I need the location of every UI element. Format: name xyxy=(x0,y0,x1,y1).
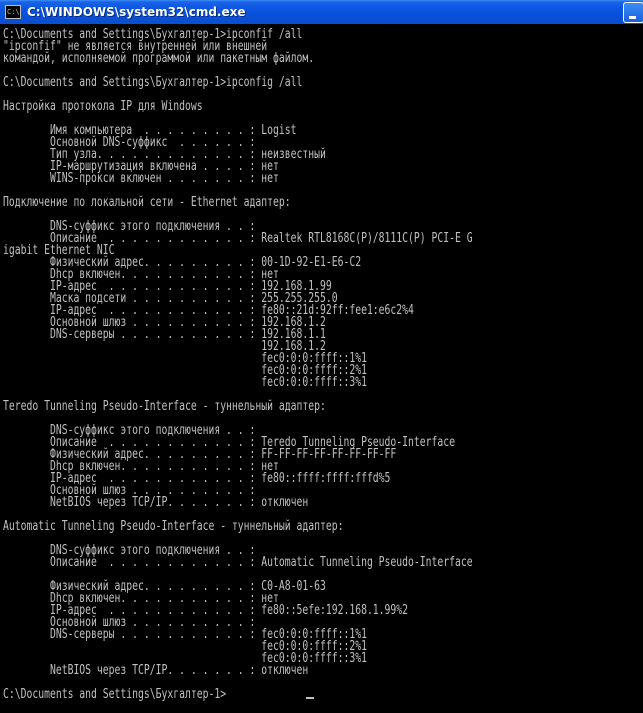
console-line: NetBIOS через TCP/IP. . . . . . . : откл… xyxy=(3,663,309,678)
minimize-icon xyxy=(629,16,636,19)
console-line: WINS-прокси включен . . . . . . . : нет xyxy=(3,171,279,186)
console-line: NetBIOS через TCP/IP. . . . . . . : откл… xyxy=(3,495,309,510)
console-line: Настройка протокола IP для Windows xyxy=(3,99,203,114)
console-line: Teredo Tunneling Pseudo-Interface - тунн… xyxy=(3,399,326,414)
console-output[interactable]: C:\Documents and Settings\Бухгалтер-1>ip… xyxy=(0,26,643,713)
console-line: Automatic Tunneling Pseudo-Interface - т… xyxy=(3,519,344,534)
console-line: C:\Documents and Settings\Бухгалтер-1>ip… xyxy=(3,75,303,90)
console-app-icon[interactable]: C:\ xyxy=(5,5,21,19)
console-line: C:\Documents and Settings\Бухгалтер-1> xyxy=(3,687,227,702)
title-buttons xyxy=(623,2,643,23)
console-line: командой, исполняемой программой или пак… xyxy=(3,51,315,66)
text-cursor xyxy=(306,697,314,699)
title-bar[interactable]: C:\ C:\WINDOWS\system32\cmd.exe xyxy=(0,0,643,24)
minimize-button[interactable] xyxy=(623,2,643,23)
cmd-window: C:\ C:\WINDOWS\system32\cmd.exe C:\Docum… xyxy=(0,0,643,713)
console-line: Подключение по локальной сети - Ethernet… xyxy=(3,195,291,210)
window-title: C:\WINDOWS\system32\cmd.exe xyxy=(27,5,246,19)
console-line: fec0:0:0:ffff::3%1 xyxy=(3,375,367,390)
console-line: Описание . . . . . . . . . . . . : Autom… xyxy=(3,555,473,570)
